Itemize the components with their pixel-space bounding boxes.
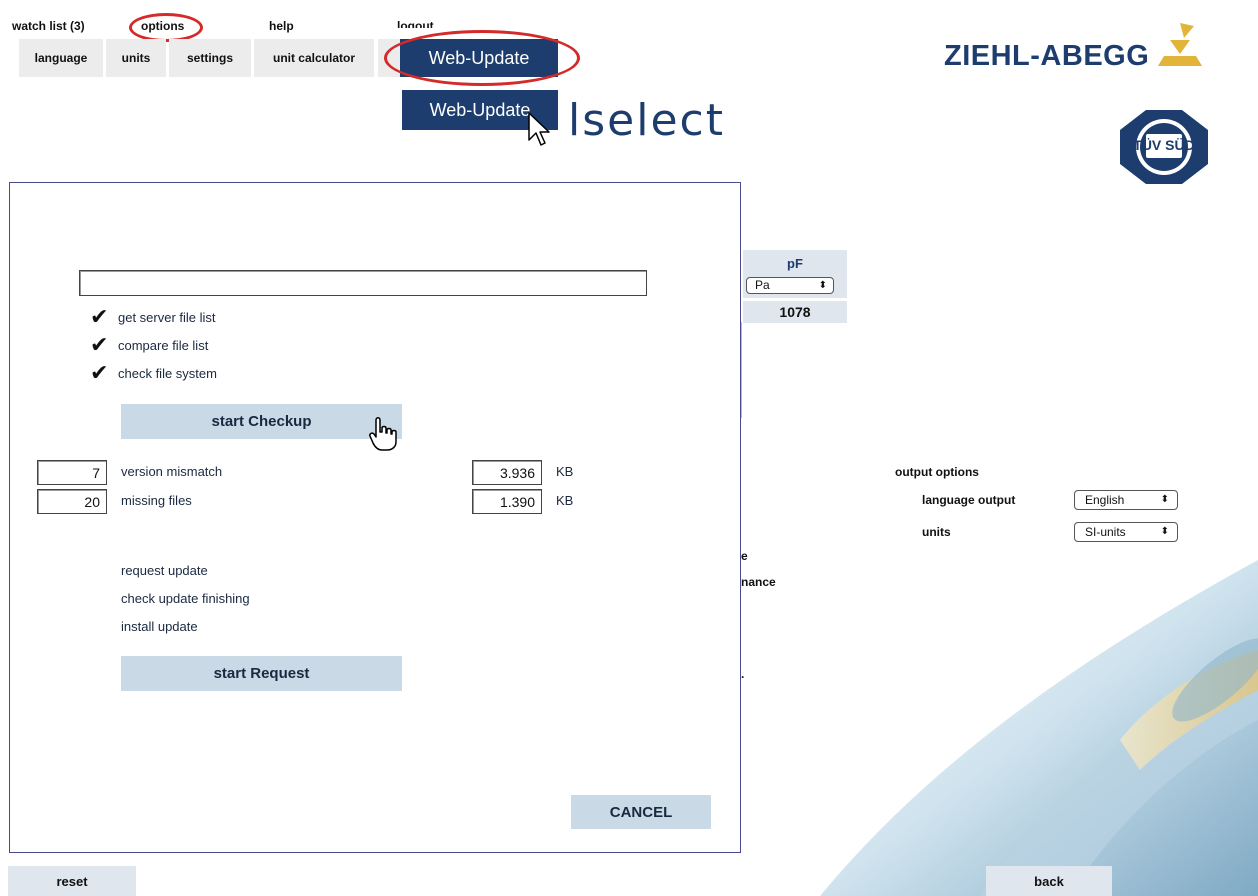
reset-button[interactable]: reset bbox=[8, 866, 136, 896]
web-update-dialog: ✔ get server file list ✔ compare file li… bbox=[9, 182, 741, 853]
cancel-button[interactable]: CANCEL bbox=[571, 795, 711, 829]
units-output-value: SI-units bbox=[1085, 525, 1126, 539]
checkmark-icon: ✔ bbox=[90, 304, 109, 329]
obscured-text-2: nance bbox=[741, 575, 776, 589]
submenu-units[interactable]: units bbox=[106, 39, 166, 77]
menu-watch-list[interactable]: watch list (3) bbox=[12, 19, 85, 33]
step-label: install update bbox=[121, 619, 198, 634]
pressure-value: 1078 bbox=[743, 301, 847, 323]
tuv-certification-badge: TÜV SÜD bbox=[1120, 110, 1208, 184]
submenu-settings[interactable]: settings bbox=[169, 39, 251, 77]
obscured-text-3: . bbox=[741, 667, 745, 681]
menu-logout[interactable]: logout bbox=[397, 19, 434, 28]
arrow-cursor-icon bbox=[528, 112, 550, 146]
tuv-badge-label: TÜV SÜD bbox=[1133, 137, 1194, 153]
app-title: lselect bbox=[568, 95, 725, 146]
start-request-button[interactable]: start Request bbox=[121, 656, 402, 691]
obscured-text-1: e bbox=[741, 549, 748, 563]
version-mismatch-unit: KB bbox=[556, 464, 574, 479]
web-update-highlight-oval bbox=[384, 30, 580, 86]
language-output-label: language output bbox=[922, 493, 1016, 507]
step-label: check update finishing bbox=[121, 591, 250, 606]
checkmark-icon: ✔ bbox=[90, 360, 109, 385]
output-options-title: output options bbox=[895, 465, 979, 479]
checklist-item: ✔ compare file list bbox=[90, 332, 209, 357]
hand-pointer-cursor-icon bbox=[369, 417, 397, 451]
units-output-label: units bbox=[922, 525, 951, 539]
checklist-label: get server file list bbox=[118, 309, 216, 325]
checklist-label: check file system bbox=[118, 365, 217, 381]
version-mismatch-size: 3.936 bbox=[472, 460, 542, 485]
checkmark-icon: ✔ bbox=[90, 332, 109, 357]
start-checkup-button[interactable]: start Checkup bbox=[121, 404, 402, 439]
language-output-value: English bbox=[1085, 493, 1125, 507]
language-output-select[interactable]: English ⬍ bbox=[1074, 490, 1178, 510]
select-arrows-icon: ⬍ bbox=[818, 280, 827, 291]
options-highlight-oval bbox=[129, 13, 203, 42]
background-graphic bbox=[820, 540, 1258, 896]
back-button[interactable]: back bbox=[986, 866, 1112, 896]
pf-label: pF bbox=[787, 256, 803, 271]
divider bbox=[741, 322, 742, 418]
version-mismatch-count: 7 bbox=[37, 460, 107, 485]
checklist-label: compare file list bbox=[118, 337, 209, 353]
select-arrows-icon: ⬍ bbox=[1160, 494, 1169, 505]
pressure-column-header: pF Pa ⬍ bbox=[743, 250, 847, 298]
units-output-select[interactable]: SI-units ⬍ bbox=[1074, 522, 1178, 542]
checklist-item: ✔ check file system bbox=[90, 360, 217, 385]
missing-files-size: 1.390 bbox=[472, 489, 542, 514]
missing-files-unit: KB bbox=[556, 493, 574, 508]
pressure-unit-select[interactable]: Pa ⬍ bbox=[746, 277, 834, 294]
checklist-item: ✔ get server file list bbox=[90, 304, 216, 329]
menu-help[interactable]: help bbox=[269, 19, 294, 33]
brand-logo: ZIEHL-ABEGG bbox=[944, 40, 1150, 72]
logo-mark-icon bbox=[1158, 23, 1202, 66]
missing-files-count: 20 bbox=[37, 489, 107, 514]
pressure-unit-value: Pa bbox=[755, 278, 770, 292]
submenu-unit-calculator[interactable]: unit calculator bbox=[254, 39, 374, 77]
step-label: request update bbox=[121, 563, 208, 578]
missing-files-label: missing files bbox=[121, 493, 192, 508]
submenu-language[interactable]: language bbox=[19, 39, 103, 77]
version-mismatch-label: version mismatch bbox=[121, 464, 223, 479]
select-arrows-icon: ⬍ bbox=[1160, 526, 1169, 537]
progress-field bbox=[79, 270, 647, 296]
